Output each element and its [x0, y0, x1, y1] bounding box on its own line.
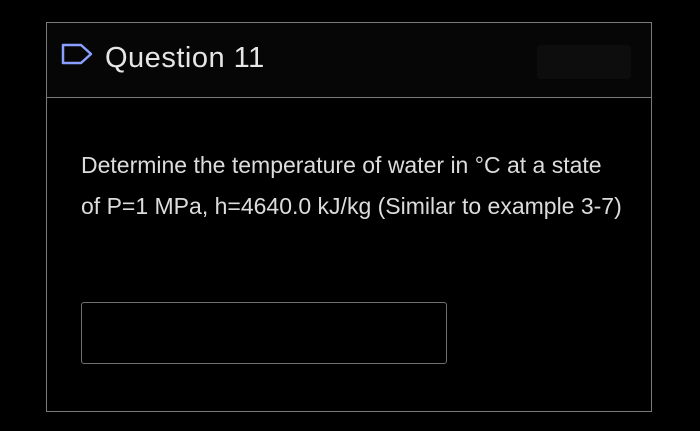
answer-input[interactable]: [81, 302, 447, 364]
question-title: Question 11: [105, 42, 265, 74]
flag-icon[interactable]: [61, 43, 95, 65]
question-text: Determine the temperature of water in °C…: [81, 152, 622, 219]
points-badge: [537, 45, 631, 79]
question-card: Question 11 Determine the temperature of…: [46, 22, 652, 412]
question-header: Question 11: [47, 23, 651, 98]
